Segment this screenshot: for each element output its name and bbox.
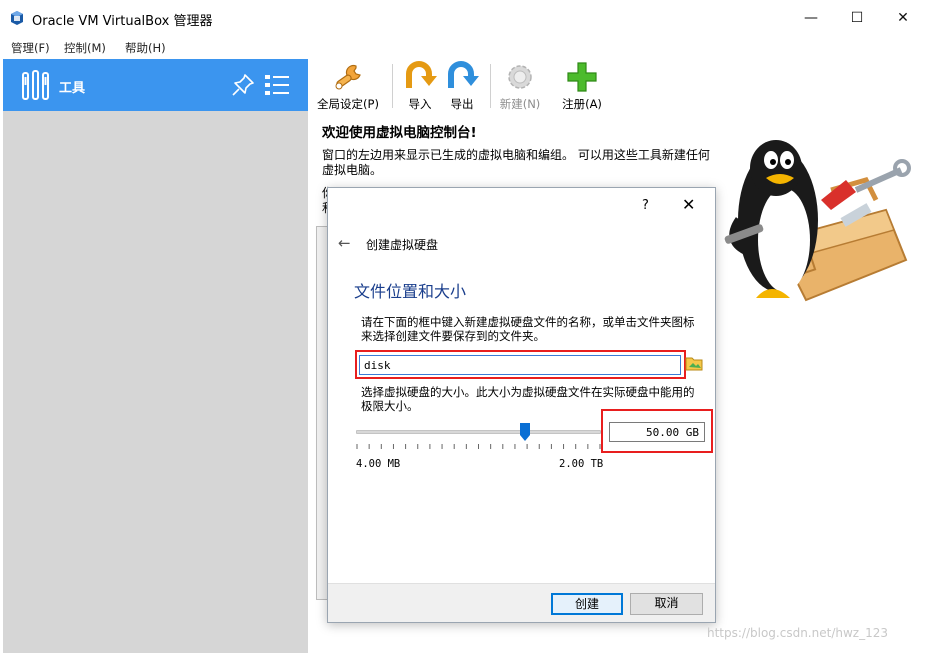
minimize-icon: — [804, 10, 818, 26]
menu-manage[interactable]: 管理(F) [11, 40, 50, 56]
slider-track [356, 430, 601, 434]
dialog-close-icon[interactable]: ✕ [682, 195, 695, 214]
close-icon: ✕ [897, 10, 909, 26]
toolbar: 全局设定(P) 导入 导出 新建(N) 注册(A) [312, 60, 632, 112]
register-plus-icon [567, 62, 597, 92]
export-label: 导出 [450, 97, 474, 111]
import-button[interactable]: 导入 [400, 60, 440, 112]
section-heading: 文件位置和大小 [354, 282, 467, 301]
export-arrow-icon [448, 61, 479, 88]
size-value-highlight [601, 409, 713, 453]
global-settings-label: 全局设定(P) [317, 97, 379, 111]
location-description: 请在下面的框中键入新建虚拟硬盘文件的名称，或单击文件夹图标来选择创建文件要保存到… [361, 315, 695, 343]
maximize-button[interactable]: ☐ [834, 0, 880, 36]
menu-help[interactable]: 帮助(H) [125, 40, 166, 56]
register-button[interactable]: 注册(A) [554, 60, 610, 112]
virtualbox-logo-icon [11, 11, 23, 25]
machine-list-panel: 工具 [3, 59, 308, 653]
global-settings-button[interactable]: 全局设定(P) [312, 60, 384, 112]
slider-ticks [356, 444, 601, 449]
cancel-button[interactable]: 取消 [630, 593, 703, 615]
file-location-highlight [355, 350, 686, 379]
pin-icon[interactable] [231, 73, 255, 97]
new-gear-icon [508, 65, 532, 89]
sidebar-item-tools[interactable]: 工具 [3, 59, 308, 111]
size-slider[interactable] [356, 423, 601, 449]
back-arrow-icon[interactable]: ← [338, 234, 351, 252]
penguin-mascot-icon [724, 140, 911, 302]
toolbar-separator [392, 64, 393, 108]
dialog-footer: 创建 取消 [328, 583, 715, 622]
window-title: Oracle VM VirtualBox 管理器 [32, 14, 213, 29]
folder-browse-icon[interactable] [685, 355, 703, 371]
create-virtual-disk-dialog: ? ✕ ← 创建虚拟硬盘 文件位置和大小 请在下面的框中键入新建虚拟硬盘文件的名… [327, 187, 716, 623]
register-label: 注册(A) [562, 97, 602, 111]
tools-label: 工具 [59, 81, 86, 96]
tools-icon [22, 70, 49, 100]
menu-bar: 管理(F) 控制(M) 帮助(H) [0, 36, 926, 58]
import-arrow-icon [406, 61, 437, 88]
watermark: https://blog.csdn.net/hwz_123 [707, 626, 888, 640]
close-button[interactable]: ✕ [880, 0, 926, 36]
toolbar-separator [490, 64, 491, 108]
settings-wrench-icon [335, 64, 361, 90]
size-input[interactable] [609, 422, 705, 442]
welcome-title: 欢迎使用虚拟电脑控制台! [322, 125, 477, 141]
maximize-icon: ☐ [850, 10, 864, 26]
welcome-text: 窗口的左边用来显示已生成的虚拟电脑和编组。 可以用这些工具新建任何虚拟电脑。 [322, 148, 710, 177]
export-button[interactable]: 导出 [442, 60, 482, 112]
create-button[interactable]: 创建 [551, 593, 623, 615]
title-bar: Oracle VM VirtualBox 管理器 — ☐ ✕ [0, 0, 926, 36]
new-label: 新建(N) [499, 97, 541, 111]
slider-min-label: 4.00 MB [356, 458, 401, 470]
slider-max-label: 2.00 TB [559, 458, 604, 470]
menu-control[interactable]: 控制(M) [64, 40, 106, 56]
minimize-button[interactable]: — [788, 0, 834, 36]
import-label: 导入 [408, 97, 432, 111]
slider-handle[interactable] [520, 423, 530, 441]
list-menu-icon[interactable] [264, 73, 290, 97]
file-name-input[interactable] [359, 355, 681, 375]
help-icon[interactable]: ? [642, 198, 649, 213]
dialog-title: 创建虚拟硬盘 [366, 238, 439, 252]
new-button[interactable]: 新建(N) [496, 60, 544, 112]
